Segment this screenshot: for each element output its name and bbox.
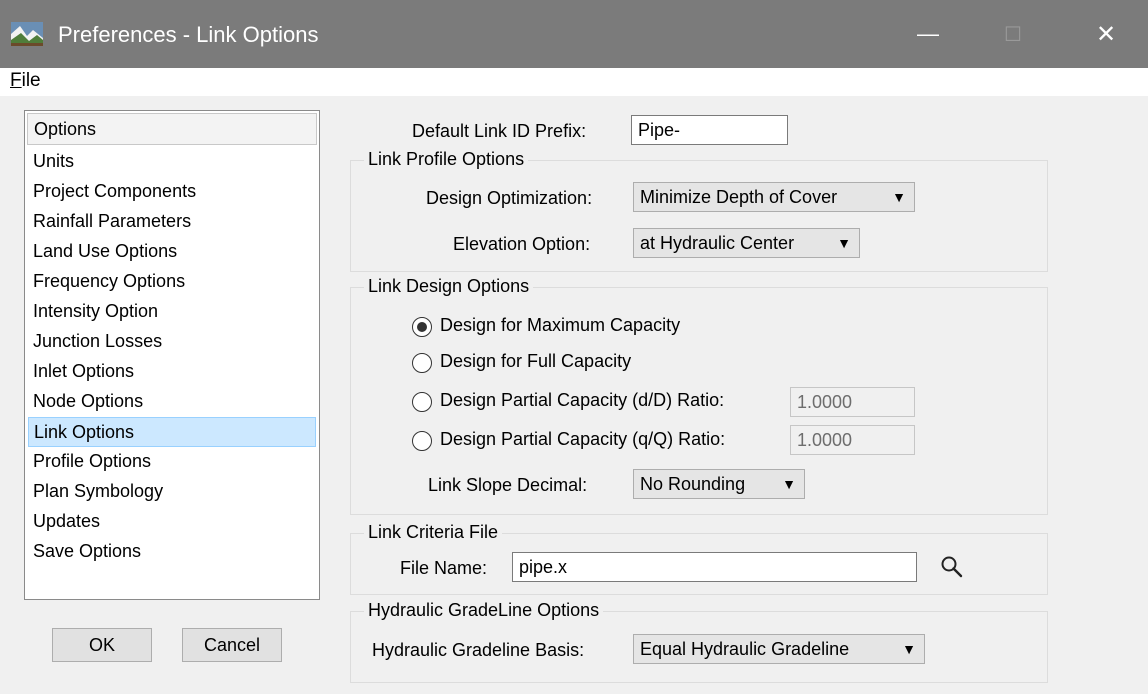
list-item-project-components[interactable]: Project Components (28, 177, 316, 207)
default-prefix-input[interactable]: Pipe- (631, 115, 788, 145)
close-icon: ✕ (1095, 20, 1117, 48)
landscape-app-icon (11, 22, 43, 46)
dropdown-arrow-icon: ▼ (782, 476, 796, 492)
default-prefix-label: Default Link ID Prefix: (412, 121, 587, 141)
maximize-icon: ☐ (1004, 23, 1022, 46)
link-slope-decimal-select[interactable]: No Rounding ▼ (633, 469, 805, 499)
link-slope-decimal-label: Link Slope Decimal: (428, 475, 588, 495)
hydraulic-gradeline-options-title: Hydraulic GradeLine Options (364, 600, 604, 621)
list-item-junction-losses[interactable]: Junction Losses (28, 327, 316, 357)
radio-maximum-capacity-label: Design for Maximum Capacity (440, 315, 681, 335)
options-list-header: Options (27, 113, 317, 145)
list-item-units[interactable]: Units (28, 147, 316, 177)
link-profile-options-title: Link Profile Options (364, 149, 529, 170)
list-item-rainfall-parameters[interactable]: Rainfall Parameters (28, 207, 316, 237)
file-name-input[interactable]: pipe.x (512, 552, 917, 582)
design-optimization-label: Design Optimization: (426, 188, 593, 208)
list-item-intensity-option[interactable]: Intensity Option (28, 297, 316, 327)
dropdown-arrow-icon: ▼ (837, 235, 851, 251)
list-item-frequency-options[interactable]: Frequency Options (28, 267, 316, 297)
list-item-plan-symbology[interactable]: Plan Symbology (28, 477, 316, 507)
file-name-label: File Name: (400, 558, 488, 578)
elevation-option-label: Elevation Option: (453, 234, 591, 254)
radio-partial-qQ[interactable] (412, 431, 432, 451)
radio-full-capacity-label: Design for Full Capacity (440, 351, 632, 371)
elevation-option-value: at Hydraulic Center (640, 233, 795, 253)
radio-full-capacity[interactable] (412, 353, 432, 373)
link-design-options-title: Link Design Options (364, 276, 534, 297)
list-item-inlet-options[interactable]: Inlet Options (28, 357, 316, 387)
menu-file[interactable]: File (10, 70, 41, 92)
options-list-header-label: Options (34, 119, 97, 139)
list-item-updates[interactable]: Updates (28, 507, 316, 537)
design-optimization-value: Minimize Depth of Cover (640, 187, 838, 207)
close-button[interactable]: ✕ (1078, 14, 1134, 54)
partial-qQ-ratio-input[interactable]: 1.0000 (790, 425, 915, 455)
radio-partial-dD[interactable] (412, 392, 432, 412)
hydraulic-gradeline-basis-select[interactable]: Equal Hydraulic Gradeline ▼ (633, 634, 925, 664)
menu-bar: File (0, 68, 1148, 96)
dropdown-arrow-icon: ▼ (892, 189, 906, 205)
list-item-link-options[interactable]: Link Options (28, 417, 316, 447)
ok-button[interactable]: OK (52, 628, 152, 662)
radio-maximum-capacity[interactable] (412, 317, 432, 337)
partial-dD-ratio-input[interactable]: 1.0000 (790, 387, 915, 417)
elevation-option-select[interactable]: at Hydraulic Center ▼ (633, 228, 860, 258)
title-bar: Preferences - Link Options — ☐ ✕ (0, 0, 1148, 68)
options-list[interactable]: Options Units Project Components Rainfal… (24, 110, 320, 600)
radio-partial-dD-label: Design Partial Capacity (d/D) Ratio: (440, 390, 725, 410)
list-item-land-use-options[interactable]: Land Use Options (28, 237, 316, 267)
cancel-button[interactable]: Cancel (182, 628, 282, 662)
hydraulic-gradeline-basis-value: Equal Hydraulic Gradeline (640, 639, 850, 659)
radio-partial-qQ-label: Design Partial Capacity (q/Q) Ratio: (440, 429, 726, 449)
list-item-save-options[interactable]: Save Options (28, 537, 316, 567)
hydraulic-gradeline-basis-label: Hydraulic Gradeline Basis: (372, 640, 585, 660)
minimize-button[interactable]: — (900, 14, 956, 54)
minimize-icon: — (917, 21, 939, 46)
link-slope-decimal-value: No Rounding (640, 474, 746, 494)
list-item-node-options[interactable]: Node Options (28, 387, 316, 417)
link-criteria-file-title: Link Criteria File (364, 522, 503, 543)
window-title: Preferences - Link Options (58, 22, 319, 47)
design-optimization-select[interactable]: Minimize Depth of Cover ▼ (633, 182, 915, 212)
list-item-profile-options[interactable]: Profile Options (28, 447, 316, 477)
search-icon[interactable] (940, 555, 964, 579)
maximize-button[interactable]: ☐ (985, 14, 1041, 54)
dropdown-arrow-icon: ▼ (902, 641, 916, 657)
